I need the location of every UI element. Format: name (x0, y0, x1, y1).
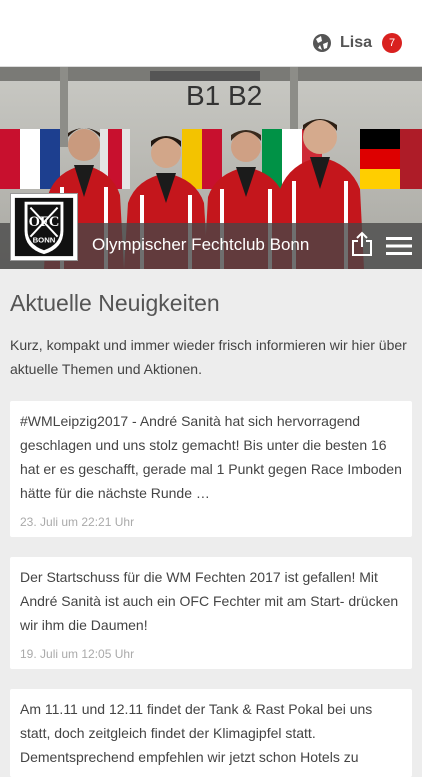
logo-text-bottom: BONN (33, 236, 56, 245)
notification-badge[interactable]: 7 (382, 33, 402, 53)
section-intro: Kurz, kompakt und immer wieder frisch in… (10, 337, 407, 377)
user-name[interactable]: Lisa (340, 34, 372, 52)
logo-text-top: OFC (29, 214, 60, 230)
hall-sign: B1 B2 (186, 80, 262, 111)
news-text: Der Startschuss für die WM Fechten 2017 … (20, 569, 399, 633)
club-logo[interactable]: OFC BONN (10, 193, 78, 261)
top-bar: Lisa 7 (0, 0, 422, 67)
menu-icon[interactable] (386, 236, 412, 256)
news-text: #WMLeipzig2017 - André Sanità hat sich h… (20, 413, 402, 501)
club-name: Olympischer Fechtclub Bonn (92, 235, 310, 254)
news-date: 19. Juli um 12:05 Uhr (20, 647, 135, 661)
page-title: Aktuelle Neuigkeiten (10, 290, 220, 316)
news-text: Am 11.11 und 12.11 findet der Tank & Ras… (20, 701, 373, 765)
news-card[interactable]: #WMLeipzig2017 - André Sanità hat sich h… (10, 401, 412, 537)
share-icon[interactable] (350, 231, 374, 257)
news-card[interactable]: Am 11.11 und 12.11 findet der Tank & Ras… (10, 689, 412, 777)
news-date: 23. Juli um 22:21 Uhr (20, 515, 135, 529)
hero-banner: B1 B2 Olympischer Fechtclub Bonn OFC BON… (0, 67, 422, 269)
globe-icon (312, 34, 331, 52)
news-card[interactable]: Der Startschuss für die WM Fechten 2017 … (10, 557, 412, 669)
main-content: Aktuelle Neuigkeiten Kurz, kompakt und i… (0, 290, 422, 777)
user-menu[interactable]: Lisa 7 (312, 33, 402, 53)
